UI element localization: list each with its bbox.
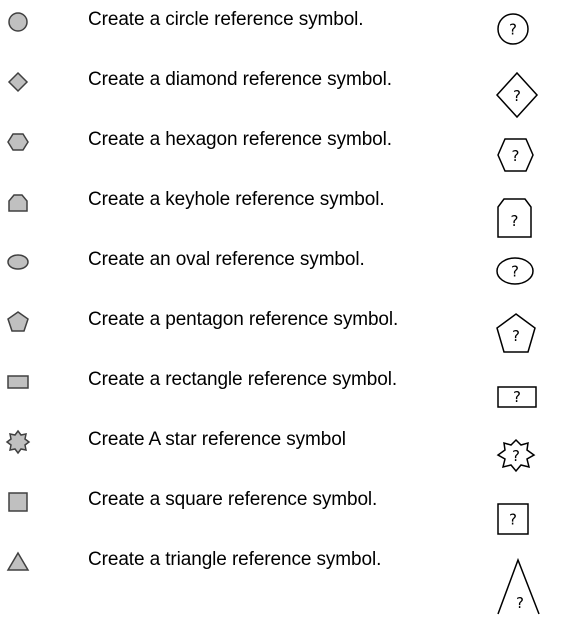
keyhole-reference-symbol: ? [494,188,550,244]
star-icon [5,429,31,455]
circle-symbol-glyph: ? [509,21,517,39]
symbol-row-star: Create A star reference symbol ? [0,424,572,484]
oval-description: Create an oval reference symbol. [88,249,365,270]
square-symbol-glyph: ? [509,511,517,529]
oval-reference-symbol: ? [494,248,550,304]
symbol-row-keyhole: Create a keyhole reference symbol. ? [0,184,572,244]
rectangle-symbol-button[interactable] [4,368,32,396]
circle-reference-symbol: ? [494,8,550,64]
circle-description: Create a circle reference symbol. [88,9,364,30]
pentagon-icon [7,311,29,332]
symbol-row-hexagon: Create a hexagon reference symbol. ? [0,124,572,184]
circle-symbol-button[interactable] [4,8,32,36]
rectangle-reference-symbol: ? [494,368,550,424]
oval-symbol-button[interactable] [4,248,32,276]
triangle-reference-symbol: ? [494,544,550,615]
symbol-row-pentagon: Create a pentagon reference symbol. ? [0,304,572,364]
circle-icon [8,12,28,32]
square-icon [8,492,28,512]
rectangle-icon [7,375,29,389]
keyhole-description: Create a keyhole reference symbol. [88,189,385,210]
hexagon-icon [7,133,29,151]
symbol-row-rectangle: Create a rectangle reference symbol. ? [0,364,572,424]
hexagon-description: Create a hexagon reference symbol. [88,129,392,150]
rectangle-symbol-glyph: ? [513,388,521,406]
triangle-icon [6,551,30,571]
triangle-description: Create a triangle reference symbol. [88,549,382,570]
pentagon-symbol-button[interactable] [4,308,32,336]
symbol-row-oval: Create an oval reference symbol. ? [0,244,572,304]
hexagon-symbol-button[interactable] [4,128,32,156]
triangle-symbol-glyph: ? [516,594,524,612]
diamond-symbol-glyph: ? [513,87,521,105]
rectangle-description: Create a rectangle reference symbol. [88,369,398,390]
square-reference-symbol: ? [494,488,550,544]
keyhole-symbol-button[interactable] [4,188,32,216]
keyhole-icon [8,194,28,212]
keyhole-symbol-glyph: ? [511,212,519,230]
symbol-row-square: Create a square reference symbol. ? [0,484,572,544]
hexagon-reference-symbol: ? [494,126,550,182]
star-symbol-button[interactable] [4,428,32,456]
diamond-symbol-button[interactable] [4,68,32,96]
diamond-icon [7,71,29,93]
pentagon-reference-symbol: ? [490,306,546,362]
symbol-row-circle: Create a circle reference symbol. ? [0,4,572,64]
oval-symbol-glyph: ? [511,263,519,281]
hexagon-symbol-glyph: ? [512,147,520,165]
pentagon-description: Create a pentagon reference symbol. [88,309,399,330]
star-description: Create A star reference symbol [88,429,346,450]
pentagon-symbol-glyph: ? [512,327,520,345]
oval-icon [7,254,29,270]
diamond-reference-symbol: ? [490,66,546,122]
square-description: Create a square reference symbol. [88,489,378,510]
star-symbol-glyph: ? [512,447,520,465]
symbol-row-triangle: Create a triangle reference symbol. ? [0,544,572,615]
star-reference-symbol: ? [492,428,548,484]
symbol-row-diamond: Create a diamond reference symbol. ? [0,64,572,124]
diamond-description: Create a diamond reference symbol. [88,69,392,90]
triangle-symbol-button[interactable] [4,548,32,576]
square-symbol-button[interactable] [4,488,32,516]
